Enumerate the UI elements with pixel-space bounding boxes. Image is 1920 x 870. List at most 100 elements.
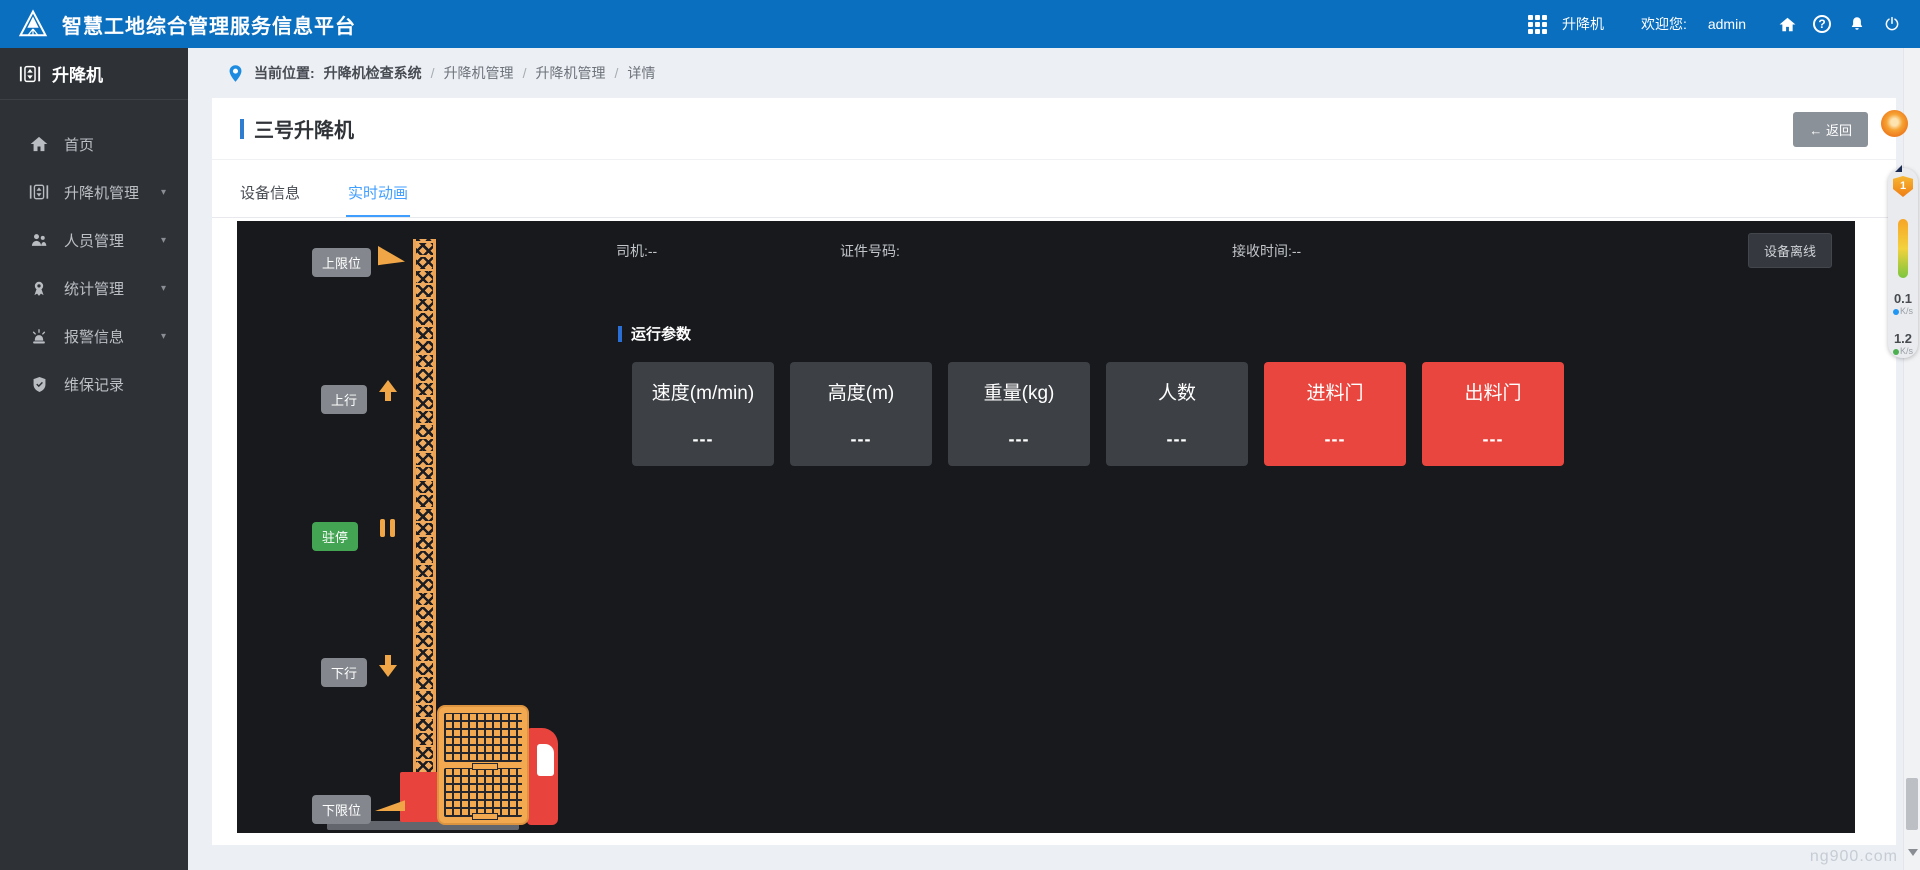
home-icon[interactable] (1777, 14, 1797, 34)
power-icon[interactable] (1882, 14, 1902, 34)
param-card-weight: 重量(kg) --- (948, 362, 1090, 466)
scrollbar-down-arrow[interactable] (1908, 849, 1918, 856)
chevron-down-icon: ▾ (161, 283, 166, 294)
param-card-people-count: 人数 --- (1106, 362, 1248, 466)
certificate-label: 证件号码: (840, 243, 900, 259)
lift-icon (18, 63, 42, 85)
watermark: ng900.com (1810, 848, 1898, 866)
upload-speed: 1.2 K/s (1893, 332, 1913, 358)
breadcrumb-separator: / (614, 65, 618, 81)
cage-latch (472, 763, 498, 770)
sidebar-item-statistics-management[interactable]: 统计管理 ▾ (0, 264, 188, 312)
driver-value: -- (648, 243, 657, 259)
help-icon[interactable]: ? (1812, 14, 1832, 34)
param-label: 人数 (1106, 378, 1248, 405)
breadcrumb-item[interactable]: 升降机管理 (535, 63, 605, 83)
driver-label: 司机: (616, 243, 648, 259)
tab-bar: 设备信息 实时动画 (212, 172, 1896, 218)
location-pin-icon (226, 64, 245, 83)
page: 智慧工地综合管理服务信息平台 升降机 欢迎您: admin ? (0, 0, 1920, 870)
breadcrumb-item: 详情 (627, 63, 655, 83)
lift-cab-graphic (527, 728, 558, 825)
pause-icon (380, 519, 395, 537)
marker-label: 下限位 (322, 803, 361, 818)
shield-badge-icon[interactable]: 1 (1893, 176, 1913, 197)
app-grid-icon[interactable] (1528, 15, 1547, 34)
sidebar-item-maintenance-records[interactable]: 维保记录 (0, 360, 188, 408)
param-value: --- (790, 429, 932, 450)
param-label: 重量(kg) (948, 378, 1090, 405)
param-card-height: 高度(m) --- (790, 362, 932, 466)
marker-up: 上行 (321, 385, 367, 414)
shield-icon (28, 373, 50, 395)
param-label: 出料门 (1422, 378, 1564, 405)
app-switcher-label[interactable]: 升降机 (1562, 14, 1604, 34)
marker-upper-limit: 上限位 (312, 248, 371, 277)
welcome-label: 欢迎您: (1641, 14, 1687, 34)
cab-window (537, 744, 554, 776)
sidebar-item-alarm-info[interactable]: 报警信息 ▾ (0, 312, 188, 360)
sidebar-item-label: 报警信息 (64, 326, 124, 347)
chevron-down-icon: ▾ (161, 235, 166, 246)
marker-label: 上限位 (322, 256, 361, 271)
platform-logo-icon (16, 7, 50, 41)
speed-gradient-bar[interactable] (1898, 219, 1908, 278)
certificate-info: 证件号码: (840, 241, 900, 261)
sidebar-item-label: 升降机管理 (64, 182, 139, 203)
sidebar-item-personnel-management[interactable]: 人员管理 ▾ (0, 216, 188, 264)
receive-time-label: 接收时间: (1232, 243, 1292, 259)
section-accent-bar (618, 326, 622, 342)
people-icon (28, 229, 50, 251)
main-area: 当前位置: 升降机检查系统 / 升降机管理 / 升降机管理 / 详情 三号升降机… (188, 48, 1920, 870)
app-header: 智慧工地综合管理服务信息平台 升降机 欢迎您: admin ? (0, 0, 1920, 48)
param-value: --- (632, 429, 774, 450)
back-button[interactable]: ← 返回 (1793, 112, 1868, 147)
param-label: 速度(m/min) (632, 378, 774, 405)
tab-realtime-animation[interactable]: 实时动画 (346, 172, 410, 217)
medal-icon (28, 277, 50, 299)
marker-label: 下行 (331, 666, 357, 681)
page-title: 三号升降机 (254, 114, 354, 143)
tab-device-info[interactable]: 设备信息 (238, 172, 302, 217)
upload-speed-value: 1.2 (1893, 332, 1913, 345)
param-cards: 速度(m/min) --- 高度(m) --- 重量(kg) --- 人数 --… (632, 362, 1564, 466)
sidebar-app-title: 升降机 (52, 61, 103, 86)
sidebar-menu: 首页 升降机管理 ▾ (0, 100, 188, 408)
marker-lower-limit: 下限位 (312, 795, 371, 824)
running-params-header: 运行参数 (618, 323, 691, 344)
param-value: --- (1264, 429, 1406, 450)
param-card-outlet-door: 出料门 --- (1422, 362, 1564, 466)
download-speed-value: 0.1 (1893, 292, 1913, 305)
scrollbar-thumb[interactable] (1906, 778, 1918, 830)
platform-title: 智慧工地综合管理服务信息平台 (62, 10, 356, 39)
section-title: 运行参数 (631, 323, 691, 344)
arrow-up-icon (379, 380, 397, 404)
sidebar-item-label: 统计管理 (64, 278, 124, 299)
breadcrumb-separator: / (431, 65, 435, 81)
breadcrumb-item[interactable]: 升降机管理 (444, 63, 514, 83)
page-title-row: 三号升降机 ← 返回 (212, 98, 1896, 160)
marker-label: 上行 (331, 393, 357, 408)
plugin-flower-icon[interactable] (1881, 110, 1908, 137)
param-value: --- (1106, 429, 1248, 450)
cage-latch (472, 813, 498, 820)
bell-icon[interactable] (1847, 14, 1867, 34)
network-speed-widget[interactable]: 1 0.1 K/s 1.2 K/s (1888, 168, 1918, 358)
breadcrumb-separator: / (523, 65, 527, 81)
param-label: 高度(m) (790, 378, 932, 405)
sidebar-item-lift-management[interactable]: 升降机管理 ▾ (0, 168, 188, 216)
lift-cage-graphic (437, 705, 529, 825)
sidebar-item-home[interactable]: 首页 (0, 120, 188, 168)
param-value: --- (948, 429, 1090, 450)
breadcrumb-root[interactable]: 升降机检查系统 (324, 63, 422, 83)
chevron-down-icon: ▾ (161, 331, 166, 342)
sidebar: 升降机 首页 升降机管理 ▾ (0, 48, 188, 870)
arrow-down-icon (379, 653, 397, 677)
marker-parked: 驻停 (312, 522, 358, 551)
device-offline-button[interactable]: 设备离线 (1748, 233, 1832, 268)
content-card: 三号升降机 ← 返回 设备信息 实时动画 司机:-- 证件号码: 接收时间: --… (212, 98, 1896, 845)
upload-dot-icon (1893, 349, 1899, 355)
upload-speed-unit: K/s (1893, 345, 1913, 358)
param-card-speed: 速度(m/min) --- (632, 362, 774, 466)
download-speed-unit: K/s (1893, 305, 1913, 318)
